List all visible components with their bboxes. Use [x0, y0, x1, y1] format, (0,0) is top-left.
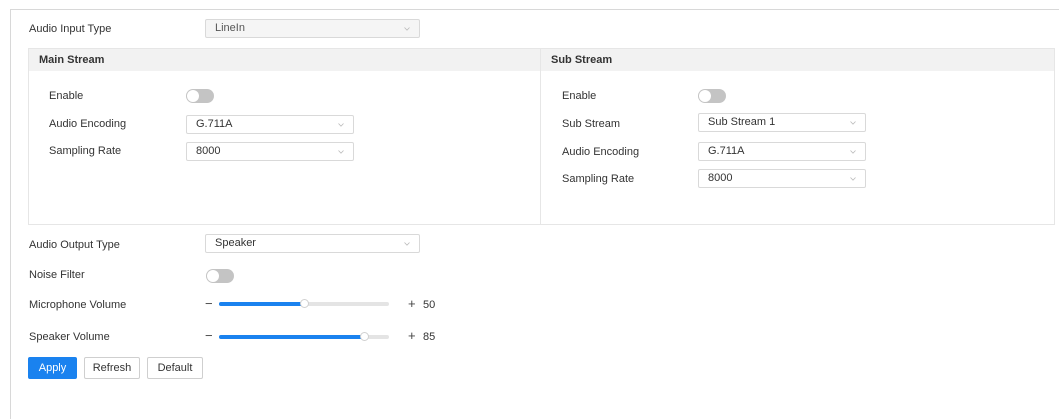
- main-enable-toggle[interactable]: [186, 89, 214, 103]
- speaker-volume-value: 85: [423, 331, 436, 343]
- main-audio-encoding-label: Audio Encoding: [49, 118, 127, 130]
- sub-stream-label: Sub Stream: [562, 118, 621, 130]
- toggle-knob: [699, 90, 711, 102]
- speaker-volume-plus[interactable]: +: [408, 328, 416, 343]
- audio-input-type-label: Audio Input Type: [29, 23, 112, 35]
- sub-sampling-rate-select[interactable]: 8000: [698, 169, 866, 188]
- chevron-down-icon: [338, 123, 344, 127]
- microphone-volume-thumb[interactable]: [300, 299, 309, 308]
- noise-filter-label: Noise Filter: [29, 269, 85, 281]
- sub-audio-encoding-label: Audio Encoding: [562, 146, 640, 158]
- main-sampling-rate-select[interactable]: 8000: [186, 142, 354, 161]
- refresh-button[interactable]: Refresh: [84, 357, 140, 379]
- chevron-down-icon: [338, 150, 344, 154]
- main-stream-title: Main Stream: [29, 49, 540, 71]
- audio-input-type-select[interactable]: LineIn: [205, 19, 420, 38]
- main-sampling-rate-label: Sampling Rate: [49, 145, 122, 157]
- microphone-volume-plus[interactable]: +: [408, 296, 416, 311]
- main-stream-panel: Main Stream: [28, 48, 541, 225]
- sub-stream-value: Sub Stream 1: [708, 116, 776, 128]
- chevron-down-icon: [850, 121, 856, 125]
- apply-button[interactable]: Apply: [28, 357, 77, 379]
- chevron-down-icon: [404, 27, 410, 31]
- microphone-volume-minus[interactable]: −: [205, 296, 213, 311]
- sub-stream-title: Sub Stream: [541, 49, 1054, 71]
- microphone-volume-slider[interactable]: [219, 299, 389, 308]
- speaker-volume-slider[interactable]: [219, 332, 389, 341]
- microphone-volume-fill: [219, 302, 304, 306]
- sub-enable-toggle[interactable]: [698, 89, 726, 103]
- speaker-volume-fill: [219, 335, 364, 339]
- chevron-down-icon: [850, 150, 856, 154]
- audio-input-type-value: LineIn: [215, 22, 245, 34]
- chevron-down-icon: [404, 242, 410, 246]
- sub-sampling-rate-value: 8000: [708, 172, 733, 184]
- speaker-volume-label: Speaker Volume: [29, 331, 110, 343]
- noise-filter-toggle[interactable]: [206, 269, 234, 283]
- main-sampling-rate-value: 8000: [196, 145, 221, 157]
- chevron-down-icon: [850, 177, 856, 181]
- sub-stream-select[interactable]: Sub Stream 1: [698, 113, 866, 132]
- audio-output-type-value: Speaker: [215, 237, 256, 249]
- main-audio-encoding-select[interactable]: G.711A: [186, 115, 354, 134]
- toggle-knob: [207, 270, 219, 282]
- default-button[interactable]: Default: [147, 357, 203, 379]
- audio-output-type-select[interactable]: Speaker: [205, 234, 420, 253]
- toggle-knob: [187, 90, 199, 102]
- sub-sampling-rate-label: Sampling Rate: [562, 173, 635, 185]
- main-audio-encoding-value: G.711A: [196, 118, 233, 130]
- sub-audio-encoding-select[interactable]: G.711A: [698, 142, 866, 161]
- speaker-volume-minus[interactable]: −: [205, 328, 213, 343]
- main-enable-label: Enable: [49, 90, 84, 102]
- sub-stream-panel: Sub Stream: [540, 48, 1055, 225]
- sub-enable-label: Enable: [562, 90, 597, 102]
- audio-output-type-label: Audio Output Type: [29, 239, 120, 251]
- sub-audio-encoding-value: G.711A: [708, 145, 745, 157]
- microphone-volume-label: Microphone Volume: [29, 299, 127, 311]
- microphone-volume-value: 50: [423, 299, 436, 311]
- speaker-volume-thumb[interactable]: [360, 332, 369, 341]
